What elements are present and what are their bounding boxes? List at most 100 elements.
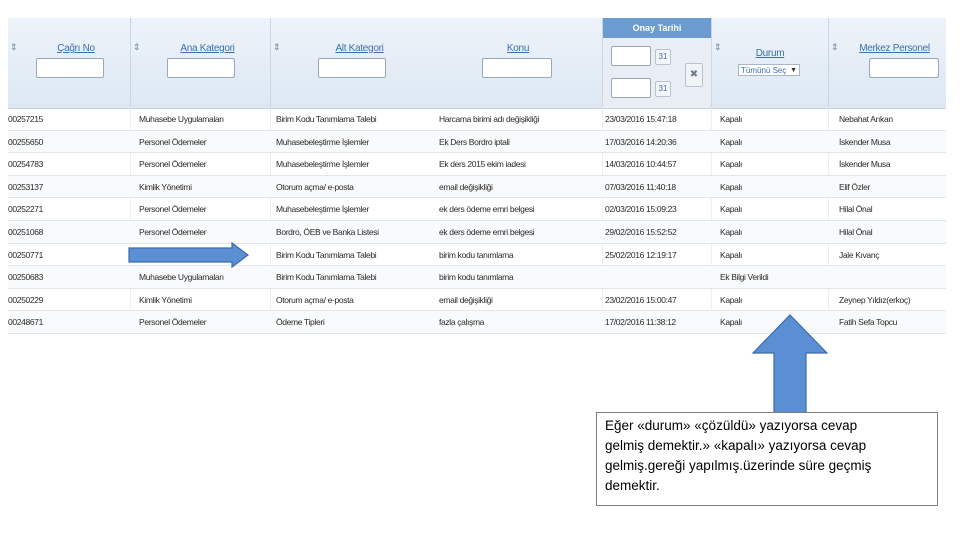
cell-ana-kategori: Personel Ödemeler: [139, 227, 207, 237]
cell-onay-tarihi: 14/03/2016 10:44:57: [605, 159, 677, 170]
cell-alt-kategori: Birim Kodu Tanımlama Talebi: [276, 272, 377, 283]
cell-onay-tarihi: 29/02/2016 15:52:52: [605, 227, 677, 237]
calendar-icon[interactable]: 31: [655, 81, 671, 97]
cell-alt-kategori: Bordro, ÖEB ve Banka Listesi: [276, 227, 379, 237]
ana-kategori-filter-input[interactable]: [167, 58, 235, 78]
cell-merkez-personel: İskender Musa: [839, 159, 891, 170]
table-row[interactable]: 00250683 Muhasebe Uygulamaları Birim Kodu …: [8, 266, 946, 289]
cell-ana-kategori: Personel Ödemeler: [139, 317, 207, 328]
cell-konu: email değişikliği: [439, 294, 493, 305]
table-row[interactable]: 00252271 Personel Ödemeler Muhasebeleştirm…: [8, 198, 946, 221]
cell-konu: email değişikliği: [439, 181, 493, 192]
column-title-konu[interactable]: Konu: [434, 43, 602, 54]
cell-durum: Kapalı: [720, 227, 743, 237]
cell-cagri-no: 00251068: [8, 227, 44, 237]
column-konu[interactable]: Konu: [434, 18, 602, 108]
cell-konu: Harcama birimi adı değişikliği: [439, 114, 540, 124]
table-row[interactable]: 00253137 Kimlik Yönetimi Otorum açma/ e-po…: [8, 175, 946, 199]
cell-onay-tarihi: 07/03/2016 11:40:18: [605, 181, 676, 192]
cell-durum: Kapalı: [720, 159, 743, 170]
onay-tarihi-from-input[interactable]: [611, 46, 651, 66]
cell-alt-kategori: Ödeme Tipleri: [276, 317, 325, 328]
cell-cagri-no: 00254783: [8, 159, 44, 170]
table-row[interactable]: 00255650 Personel Ödemeler Muhasebeleştirm…: [8, 130, 946, 154]
cell-ana-kategori: Personel Ödemeler: [139, 159, 207, 170]
cell-onay-tarihi: 25/02/2016 12:19:17: [605, 249, 677, 260]
cell-alt-kategori: Muhasebeleştirme İşlemler: [276, 136, 369, 147]
column-title-cagri-no[interactable]: Çağrı No: [26, 43, 126, 54]
explanation-note: Eğer «durum» «çözüldü» yazıyorsa cevap g…: [596, 412, 938, 506]
note-line: gelmiş demektir.» «kapalı» yazıyorsa cev…: [605, 438, 867, 453]
column-title-merkez-personel[interactable]: Merkez Personel: [847, 43, 942, 54]
cell-konu: ek ders ödeme emri belgesi: [439, 204, 535, 215]
cell-konu: Ek Ders Bordro iptali: [439, 136, 510, 147]
cell-merkez-personel: [839, 266, 944, 288]
column-durum[interactable]: ⇕ Durum Tümünü Seç ▼: [712, 18, 828, 108]
column-merkez-personel[interactable]: ⇕ Merkez Personel: [829, 18, 946, 108]
cell-ana-kategori: Kimlik Yönetimi: [139, 181, 192, 192]
column-title-alt-kategori[interactable]: Alt Kategori: [289, 43, 430, 54]
sort-icon[interactable]: ⇕: [831, 43, 839, 52]
cell-durum: Kapalı: [720, 114, 743, 124]
cell-cagri-no: 00253137: [8, 181, 44, 192]
cell-alt-kategori: Muhasebeleştirme İşlemler: [276, 159, 369, 170]
column-title-onay-tarihi[interactable]: Onay Tarihi: [603, 18, 711, 38]
cell-durum: Kapalı: [720, 204, 743, 215]
column-title-durum[interactable]: Durum: [730, 48, 810, 59]
cagri-no-filter-input[interactable]: [36, 58, 104, 78]
chevron-down-icon[interactable]: ▼: [790, 65, 797, 77]
calendar-icon[interactable]: 31: [655, 49, 671, 65]
cell-cagri-no: 00250771: [8, 249, 44, 260]
cell-ana-kategori: Personel Ödemeler: [139, 204, 207, 215]
durum-select-value: Tümünü Seç: [741, 66, 787, 75]
column-ana-kategori[interactable]: ⇕ Ana Kategori: [131, 18, 270, 108]
sort-icon[interactable]: ⇕: [10, 43, 18, 52]
alt-kategori-filter-input[interactable]: [318, 58, 386, 78]
merkez-personel-filter-input[interactable]: [869, 58, 939, 78]
arrow-right-icon: [128, 242, 249, 268]
cell-durum: Kapalı: [720, 249, 743, 260]
onay-tarihi-to-input[interactable]: [611, 78, 651, 98]
cell-durum: Kapalı: [720, 294, 743, 305]
cell-durum: Kapalı: [720, 136, 743, 147]
column-cagri-no[interactable]: ⇕ Çağrı No: [8, 18, 130, 108]
table-row[interactable]: 00251068 Personel Ödemeler Bordro, ÖEB ve …: [8, 221, 946, 244]
cell-alt-kategori: Otorum açma/ e-posta: [276, 181, 354, 192]
column-alt-kategori[interactable]: ⇕ Alt Kategori: [271, 18, 434, 108]
sort-icon[interactable]: ⇕: [133, 43, 141, 52]
cell-merkez-personel: Jale Kıvanç: [839, 249, 880, 260]
table-row[interactable]: 00250229 Kimlik Yönetimi Otorum açma/ e-po…: [8, 289, 946, 312]
cell-alt-kategori: Birim Kodu Tanımlama Talebi: [276, 114, 377, 124]
clear-filter-button[interactable]: ✖: [685, 63, 703, 87]
arrow-up-icon: [751, 314, 829, 414]
cell-durum: Ek Bilgi Verildi: [720, 272, 769, 283]
cell-durum: Kapalı: [720, 181, 743, 192]
cell-konu: ek ders ödeme emri belgesi: [439, 227, 535, 237]
column-title-ana-kategori[interactable]: Ana Kategori: [149, 43, 266, 54]
cell-alt-kategori: Otorum açma/ e-posta: [276, 294, 354, 305]
cell-merkez-personel: Elif Özler: [839, 181, 870, 192]
note-line: demektir.: [605, 478, 660, 493]
cell-cagri-no: 00248671: [8, 317, 44, 328]
cell-cagri-no: 00252271: [8, 204, 44, 215]
durum-filter-select[interactable]: Tümünü Seç ▼: [738, 64, 800, 76]
cell-merkez-personel: İskender Musa: [839, 136, 891, 147]
note-line: Eğer «durum» «çözüldü» yazıyorsa cevap: [605, 418, 858, 433]
cell-merkez-personel: Hilal Önal: [839, 227, 873, 237]
konu-filter-input[interactable]: [482, 58, 552, 78]
table-row[interactable]: 00257215 Muhasebe Uygulamaları Birim Kodu …: [8, 108, 946, 131]
column-onay-tarihi[interactable]: Onay Tarihi 31 31 ✖: [603, 18, 711, 108]
cell-onay-tarihi: [605, 266, 709, 288]
cell-ana-kategori: Kimlik Yönetimi: [139, 294, 192, 305]
cell-ana-kategori: Muhasebe Uygulamaları: [139, 272, 224, 283]
cell-ana-kategori: Personel Ödemeler: [139, 136, 207, 147]
cell-merkez-personel: Zeynep Yıldız(erkoç): [839, 294, 911, 305]
cell-onay-tarihi: 23/03/2016 15:47:18: [605, 114, 677, 124]
cell-onay-tarihi: 17/02/2016 11:38:12: [605, 317, 676, 328]
sort-icon[interactable]: ⇕: [714, 43, 722, 52]
cell-cagri-no: 00257215: [8, 114, 44, 124]
table-row[interactable]: 00254783 Personel Ödemeler Muhasebeleştirm…: [8, 153, 946, 176]
ticket-grid: ⇕ Çağrı No ⇕ Ana Kategori ⇕ Alt Kategori…: [8, 18, 946, 334]
cell-ana-kategori: Muhasebe Uygulamaları: [139, 114, 224, 124]
sort-icon[interactable]: ⇕: [273, 43, 281, 52]
